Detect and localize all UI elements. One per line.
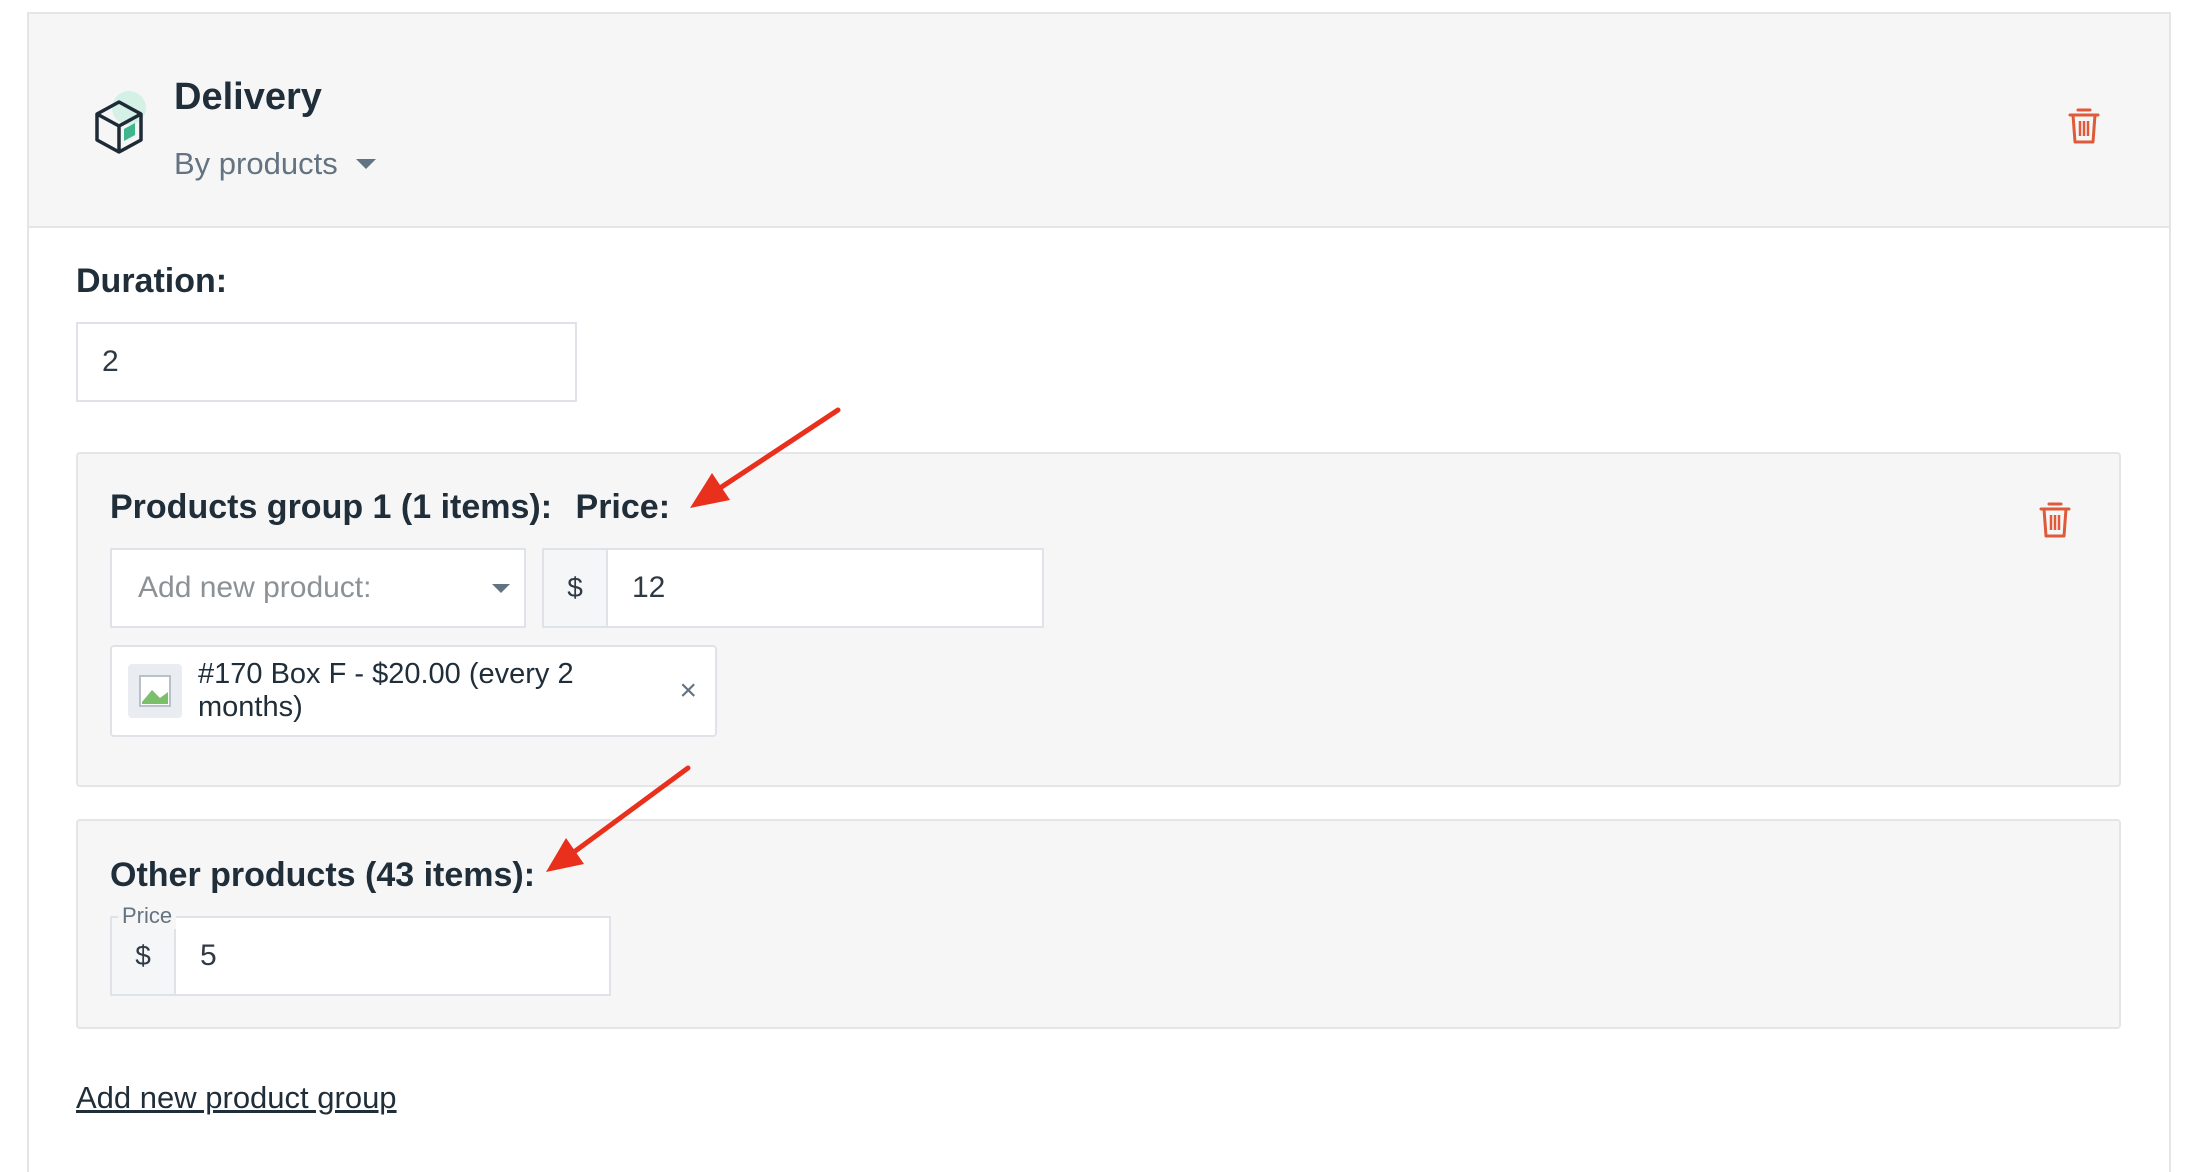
other-price-value[interactable]: 5 xyxy=(176,918,609,994)
products-group-title: Products group 1 (1 items): Price: xyxy=(110,488,670,527)
close-icon[interactable]: × xyxy=(679,674,697,708)
image-placeholder-icon xyxy=(128,664,182,718)
add-product-placeholder: Add new product: xyxy=(138,571,372,604)
price-label: Price: xyxy=(575,488,671,526)
delete-delivery-trash-icon[interactable] xyxy=(2067,106,2101,146)
duration-label: Duration: xyxy=(76,262,228,300)
other-price-field-label: Price xyxy=(118,903,177,929)
other-price-input[interactable]: $ 5 xyxy=(110,916,611,996)
mode-dropdown[interactable]: By products xyxy=(174,146,376,182)
box-icon xyxy=(95,91,146,154)
duration-input[interactable]: 2 xyxy=(76,322,577,402)
currency-prefix: $ xyxy=(544,550,608,626)
mode-dropdown-label: By products xyxy=(174,146,338,181)
add-product-group-link[interactable]: Add new product group xyxy=(76,1080,397,1116)
product-tag-label: #170 Box F - $20.00 (every 2 months) xyxy=(198,658,574,723)
product-tag: #170 Box F - $20.00 (every 2 months) × xyxy=(110,645,717,737)
caret-down-icon xyxy=(355,159,376,169)
currency-prefix: $ xyxy=(112,918,176,994)
add-product-select[interactable]: Add new product: xyxy=(110,548,526,628)
page-title: Delivery xyxy=(174,76,322,118)
group-price-input[interactable]: $ 12 xyxy=(542,548,1044,628)
other-products-title: Other products (43 items): xyxy=(110,856,536,894)
products-group-title-text: Products group 1 (1 items): xyxy=(110,488,553,526)
delete-group-trash-icon[interactable] xyxy=(2038,500,2072,540)
group-price-value[interactable]: 12 xyxy=(608,550,1042,626)
card-header: Delivery By products xyxy=(29,14,2169,228)
caret-down-icon xyxy=(492,584,510,593)
